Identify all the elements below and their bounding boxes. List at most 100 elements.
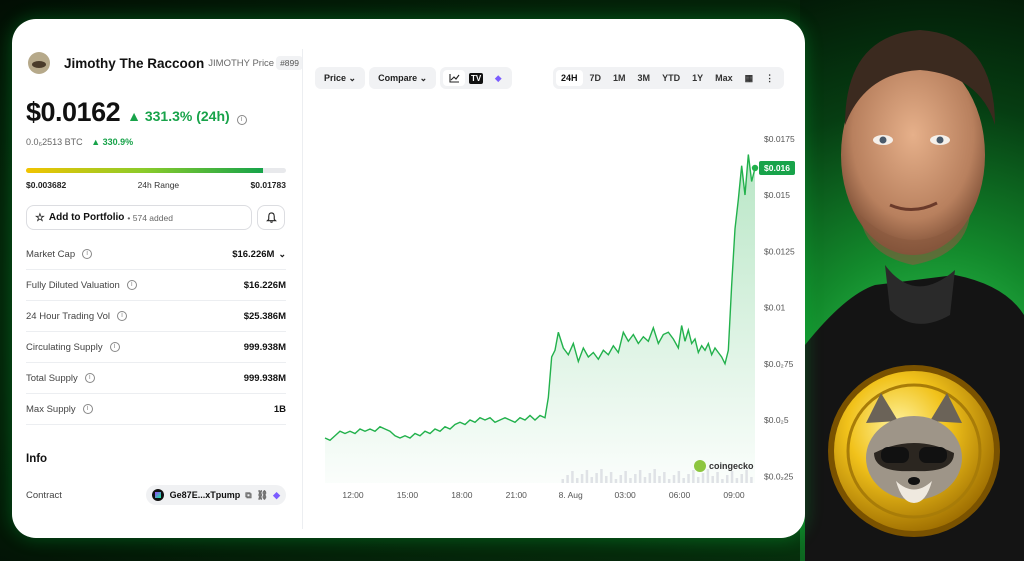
price-row: $0.0162 ▲ 331.3% (24h) i — [26, 97, 247, 128]
timeframe-selector: 24H 7D 1M 3M YTD 1Y Max ▦ ⋮ — [553, 67, 785, 89]
volume-bar — [585, 470, 589, 483]
x-tick-label: 8. Aug — [559, 490, 583, 500]
y-tick-label: $0.01 — [764, 303, 786, 313]
wallet-icon[interactable]: ◆ — [273, 490, 280, 501]
volume-bar — [580, 474, 584, 483]
copy-icon[interactable]: ⧉ — [245, 490, 251, 501]
calendar-icon[interactable]: ▦ — [740, 70, 759, 87]
timeframe-7d[interactable]: 7D — [585, 70, 607, 86]
volume-bar — [725, 475, 729, 483]
stat-market-cap: Market Cap i $16.226M ⌄ — [26, 239, 286, 270]
star-icon: ☆ — [35, 212, 45, 224]
volume-bar — [653, 469, 656, 483]
volume-bar — [667, 479, 671, 483]
contract-address-pill[interactable]: Ge87E...xTpump ⧉ ⛓ ◆ — [145, 485, 286, 505]
contract-address: Ge87E...xTpump — [169, 490, 241, 500]
volume-bar — [561, 479, 564, 483]
portfolio-added-count: • 574 added — [127, 212, 173, 223]
chevron-down-icon[interactable]: ⌄ — [278, 249, 286, 260]
volume-bar — [721, 479, 724, 483]
chevron-down-icon: ⌄ — [419, 72, 428, 83]
price-dropdown[interactable]: Price ⌄ — [315, 67, 366, 89]
btc-change: ▲ 330.9% — [91, 137, 134, 147]
volume-bar — [716, 472, 719, 483]
info-icon[interactable]: i — [84, 373, 95, 383]
info-icon[interactable]: i — [116, 311, 127, 321]
volume-bar — [658, 476, 661, 483]
info-heading: Info — [26, 453, 48, 465]
line-chart-icon[interactable] — [443, 70, 466, 86]
settings-icon[interactable]: ◆ — [487, 70, 509, 86]
info-icon[interactable]: i — [82, 249, 93, 259]
contract-row: Contract Ge87E...xTpump ⧉ ⛓ ◆ — [26, 485, 286, 505]
volume-bar — [600, 469, 603, 483]
range-bar-fill — [26, 168, 263, 173]
info-icon[interactable]: i — [126, 280, 137, 290]
timeframe-1m[interactable]: 1M — [608, 70, 631, 86]
x-tick-label: 12:00 — [342, 490, 364, 500]
volume-bar — [692, 470, 695, 483]
x-tick-label: 03:00 — [615, 490, 637, 500]
y-tick-label: $0.015 — [764, 190, 790, 200]
chevron-down-icon: ⌄ — [348, 72, 357, 83]
add-to-portfolio-button[interactable]: ☆ Add to Portfolio • 574 added — [26, 205, 252, 230]
y-tick-label: $0.0175 — [764, 134, 795, 144]
chart-type-group: TV ◆ — [440, 67, 513, 89]
timeframe-ytd[interactable]: YTD — [657, 70, 685, 86]
volume-bar — [687, 474, 690, 483]
volume-bar — [672, 475, 676, 483]
stat-trading-volume: 24 Hour Trading Vol i $25.386M — [26, 301, 286, 332]
coingecko-logo-icon — [694, 460, 706, 472]
volume-bar — [740, 474, 743, 483]
range-bar — [26, 168, 286, 173]
price-dropdown-label: Price — [324, 73, 347, 83]
link-icon[interactable]: ⛓ — [257, 490, 268, 501]
stat-value: $16.226M — [232, 248, 275, 260]
btc-price-row: 0.0₆2513 BTC ▲ 330.9% — [26, 137, 133, 147]
range-labels: $0.003682 24h Range $0.01783 — [26, 180, 286, 190]
timeframe-max[interactable]: Max — [710, 70, 738, 86]
more-options-icon[interactable]: ⋮ — [760, 70, 779, 87]
coin-header: Jimothy The Raccoon JIMOTHY Price #899 — [28, 52, 303, 74]
volume-bar — [619, 475, 623, 483]
volume-bar — [663, 472, 666, 483]
volume-bar — [614, 479, 618, 483]
x-tick-label: 15:00 — [397, 490, 419, 500]
timeframe-1y[interactable]: 1Y — [687, 70, 708, 86]
x-tick-label: 21:00 — [506, 490, 528, 500]
stat-fdv: Fully Diluted Valuation i $16.226M — [26, 270, 286, 301]
volume-bar — [711, 476, 714, 483]
volume-bar — [735, 478, 739, 483]
volume-bar — [643, 477, 647, 483]
range-label: 24h Range — [137, 180, 180, 190]
volume-bar — [745, 470, 748, 483]
stat-label: 24 Hour Trading Vol — [26, 310, 110, 322]
stat-value: 999.938M — [243, 341, 286, 353]
timeframe-3m[interactable]: 3M — [633, 70, 656, 86]
stat-value: $16.226M — [243, 279, 286, 291]
info-icon[interactable]: i — [109, 342, 120, 352]
volume-bar — [701, 473, 705, 483]
volume-bar — [750, 477, 753, 483]
volume-bar — [571, 471, 574, 483]
timeframe-24h[interactable]: 24H — [556, 70, 583, 86]
info-icon[interactable]: i — [82, 404, 93, 414]
last-price-label: $0.016 — [764, 163, 790, 173]
panel-divider — [302, 49, 303, 529]
range-high: $0.01783 — [250, 180, 286, 190]
x-tick-label: 18:00 — [451, 490, 473, 500]
compare-dropdown[interactable]: Compare ⌄ — [369, 67, 437, 89]
price-alert-button[interactable] — [257, 205, 285, 230]
price-area — [325, 154, 755, 483]
price-change-24h: ▲ 331.3% (24h) — [127, 108, 230, 124]
compare-dropdown-label: Compare — [378, 73, 418, 83]
volume-bar — [634, 474, 637, 483]
stat-value: $25.386M — [243, 310, 286, 322]
stat-label: Market Cap — [26, 248, 76, 260]
tradingview-icon[interactable]: TV — [465, 70, 487, 86]
info-icon[interactable]: i — [236, 115, 247, 125]
volume-bar — [609, 472, 613, 483]
volume-bar — [595, 473, 598, 483]
stat-circulating-supply: Circulating Supply i 999.938M — [26, 332, 286, 363]
y-tick-label: $0.0₂25 — [764, 471, 794, 481]
